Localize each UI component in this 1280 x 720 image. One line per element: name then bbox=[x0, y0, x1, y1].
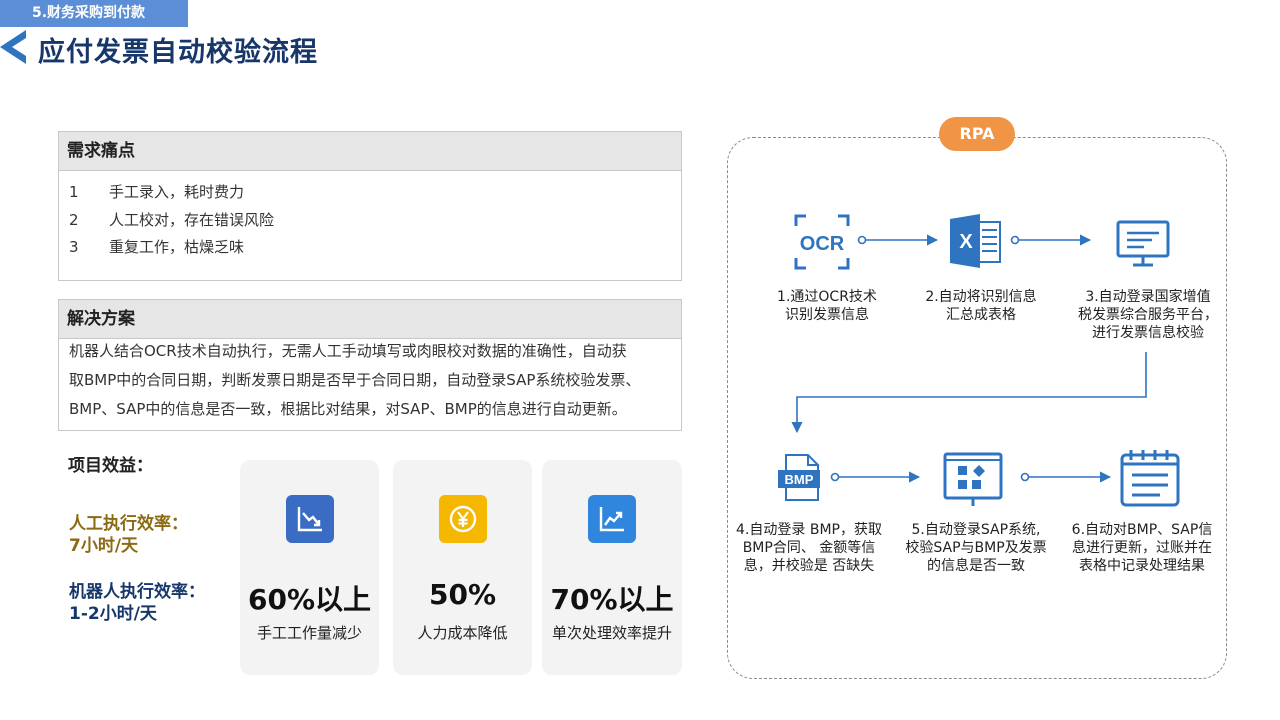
bmp-file-icon: BMP bbox=[778, 454, 820, 501]
step-label-line: 3.自动登录国家增值 bbox=[1085, 289, 1211, 305]
bmp-icon-text: BMP bbox=[785, 472, 814, 487]
rpa-flow-connectors: OCR X BMP bbox=[778, 214, 1180, 507]
step-label-line: 校验SAP与BMP及发票 bbox=[905, 540, 1047, 556]
step-6-label: 6.自动对BMP、SAP信 息进行更新，过账并在 表格中记录处理结果 bbox=[1062, 521, 1222, 575]
step-4-label: 4.自动登录 BMP，获取 BMP合同、 金额等信 息，并校验是 否缺失 bbox=[729, 521, 889, 575]
step-label-line: 4.自动登录 BMP，获取 bbox=[736, 522, 882, 538]
step-label-line: BMP合同、 金额等信 bbox=[742, 540, 876, 556]
step-1-label: 1.通过OCR技术 识别发票信息 bbox=[757, 288, 897, 324]
step-label-line: 5.自动登录SAP系统, bbox=[911, 522, 1041, 538]
flow-arrow bbox=[1020, 471, 1112, 483]
step-label-line: 息进行更新，过账并在 bbox=[1072, 540, 1212, 556]
notepad-icon bbox=[1120, 450, 1180, 507]
step-label-line: 的信息是否一致 bbox=[927, 558, 1025, 574]
monitor-icon bbox=[1116, 220, 1170, 267]
ocr-icon: OCR bbox=[794, 214, 850, 270]
step-label-line: 汇总成表格 bbox=[946, 307, 1016, 323]
excel-icon: X bbox=[950, 214, 1001, 268]
step-2-label: 2.自动将识别信息 汇总成表格 bbox=[903, 288, 1059, 324]
step-label-line: 进行发票信息校验 bbox=[1092, 325, 1204, 341]
step-5-label: 5.自动登录SAP系统, 校验SAP与BMP及发票 的信息是否一致 bbox=[894, 521, 1058, 575]
flow-arrow bbox=[830, 471, 921, 483]
ocr-icon-text: OCR bbox=[800, 233, 845, 255]
excel-icon-text: X bbox=[959, 231, 973, 253]
step-label-line: 表格中记录处理结果 bbox=[1079, 558, 1205, 574]
step-label-line: 税发票综合服务平台， bbox=[1078, 307, 1218, 323]
flow-arrow bbox=[857, 234, 939, 246]
step-label-line: 2.自动将识别信息 bbox=[925, 289, 1037, 305]
step-label-line: 1.通过OCR技术 bbox=[777, 289, 877, 305]
flow-arrow bbox=[1010, 234, 1092, 246]
step-3-label: 3.自动登录国家增值 税发票综合服务平台， 进行发票信息校验 bbox=[1071, 288, 1225, 342]
step-label-line: 息，并校验是 否缺失 bbox=[743, 558, 875, 574]
flow-connector bbox=[791, 352, 1147, 434]
app-window-icon bbox=[943, 452, 1003, 506]
step-label-line: 6.自动对BMP、SAP信 bbox=[1071, 522, 1213, 538]
step-label-line: 识别发票信息 bbox=[785, 307, 869, 323]
